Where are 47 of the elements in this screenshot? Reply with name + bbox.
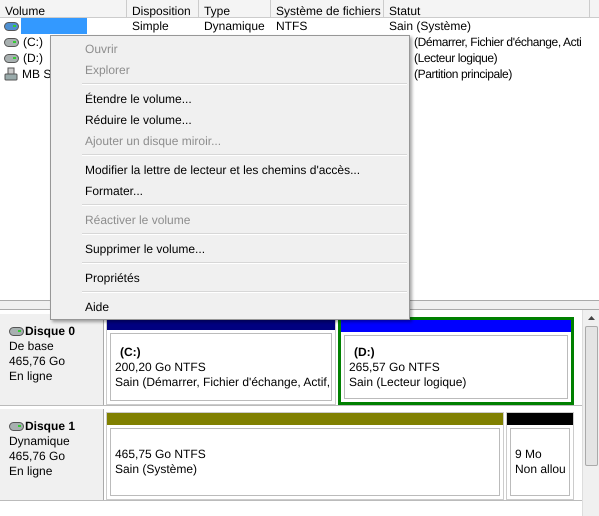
- menu-item[interactable]: Réduire le volume...: [53, 109, 407, 130]
- disk-name: Disque 1: [25, 419, 76, 434]
- partition-size: 9 Mo: [515, 447, 543, 462]
- disk-size: 465,76 Go: [9, 354, 66, 369]
- column-header[interactable]: Statut: [384, 0, 590, 17]
- partition-label: (D:): [353, 344, 376, 360]
- menu-item[interactable]: Étendre le volume...: [53, 88, 407, 109]
- partition-status: Non allou: [515, 462, 565, 477]
- menu-item[interactable]: Modifier la lettre de lecteur et les chemins d'accès...: [53, 159, 407, 180]
- column-header[interactable]: Type: [199, 0, 271, 17]
- scroll-up-icon[interactable]: [588, 316, 594, 320]
- drive-label[interactable]: (C:): [21, 33, 45, 51]
- disk-state: En ligne: [9, 464, 54, 479]
- table-cell: (Démarrer, Fichier d'échange, Acti: [414, 35, 582, 49]
- table-cell: Simple: [132, 19, 169, 33]
- partition-status: Sain (Système): [115, 462, 198, 477]
- menu-item[interactable]: Propriétés: [53, 267, 407, 288]
- partition-size: 465,75 Go NTFS: [115, 447, 207, 462]
- partition-size: 200,20 Go NTFS: [115, 360, 207, 374]
- disk-type: De base: [9, 339, 55, 354]
- partition-block[interactable]: (D:) 265,57 Go NTFS Sain (Lecteur logique): [338, 317, 574, 405]
- table-cell: Dynamique: [204, 19, 265, 33]
- disk-type: Dynamique: [9, 434, 71, 449]
- menu-item[interactable]: Supprimer le volume...: [53, 238, 407, 259]
- drive-label[interactable]: (D:): [21, 49, 45, 67]
- menu-item[interactable]: Formater...: [53, 180, 407, 201]
- partition-status: Sain (Démarrer, Fichier d'échange, Actif,: [115, 374, 327, 390]
- disk-state: En ligne: [9, 369, 54, 384]
- partition-size: 265,57 Go NTFS: [349, 360, 441, 374]
- table-cell: Sain (Système): [389, 19, 472, 33]
- disk-size: 465,76 Go: [9, 449, 66, 464]
- table-cell: (Lecteur logique): [414, 51, 498, 65]
- table-cell: (Partition principale): [414, 67, 512, 81]
- drive-icon: [4, 67, 18, 81]
- column-header[interactable]: Disposition: [127, 0, 199, 17]
- partition-status: Sain (Lecteur logique): [349, 374, 468, 390]
- column-header[interactable]: Système de fichiers: [271, 0, 384, 17]
- vertical-scrollbar[interactable]: [582, 310, 599, 516]
- column-header[interactable]: Volume: [0, 0, 127, 17]
- partition-block[interactable]: 465,75 Go NTFS Sain (Système): [106, 412, 504, 500]
- partition-block[interactable]: (C:) 200,20 Go NTFS Sain (Démarrer, Fichier d'échange, Actif,: [106, 317, 336, 405]
- partition-block[interactable]: 9 Mo Non allou: [506, 412, 574, 500]
- disk-name: Disque 0: [25, 324, 76, 339]
- table-cell: NTFS: [276, 19, 308, 33]
- menu-item[interactable]: Aide: [53, 296, 407, 317]
- scrollbar-thumb[interactable]: [584, 326, 598, 466]
- partition-label: (C:): [119, 344, 142, 360]
